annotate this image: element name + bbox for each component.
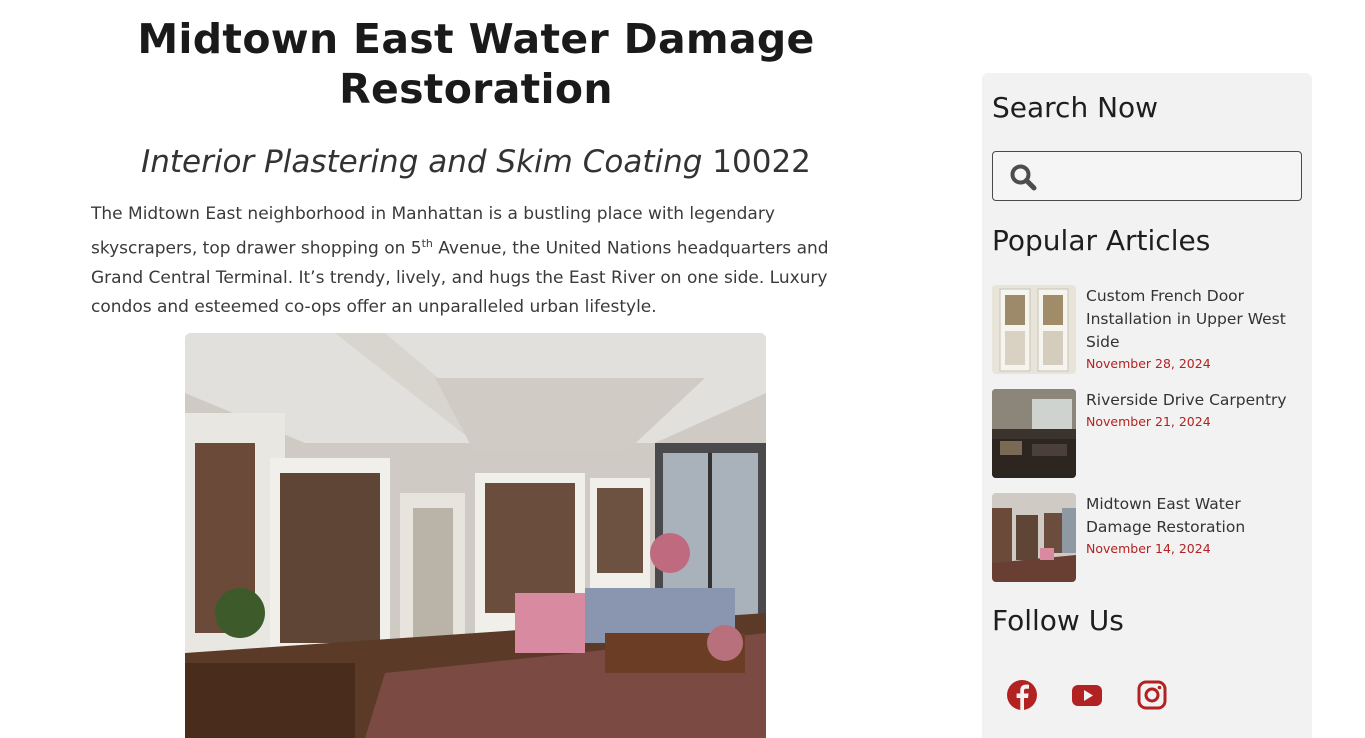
article-thumbnail[interactable] [992,389,1076,478]
sidebar: Search Now Popular Articles Custom Frenc… [982,73,1312,738]
youtube-icon[interactable] [1070,678,1104,712]
follow-us-heading: Follow Us [992,604,1124,637]
article-title[interactable]: Custom French Door Installation in Upper… [1086,285,1298,354]
article-thumbnail[interactable] [992,285,1076,374]
living-room-photo [185,333,766,738]
article-title[interactable]: Midtown East Water Damage Restoration [1086,493,1298,539]
search-heading: Search Now [992,91,1159,124]
page-subtitle: Interior Plastering and Skim Coating 100… [91,142,861,182]
article-date: November 21, 2024 [1086,414,1211,429]
article-date: November 28, 2024 [1086,356,1211,371]
instagram-icon[interactable] [1135,678,1169,712]
article-date: November 14, 2024 [1086,541,1211,556]
subtitle-zip: 10022 [712,144,811,180]
search-box[interactable] [992,151,1302,201]
intro-superscript: th [421,237,433,250]
facebook-icon[interactable] [1005,678,1039,712]
page-title: Midtown East Water Damage Restoration [137,15,815,113]
intro-paragraph: The Midtown East neighborhood in Manhatt… [91,200,851,322]
article-title[interactable]: Riverside Drive Carpentry [1086,389,1298,412]
article-thumbnail[interactable] [992,493,1076,582]
search-icon[interactable] [1009,163,1037,191]
search-input[interactable] [1049,160,1293,192]
subtitle-service: Interior Plastering and Skim Coating [141,144,703,180]
popular-articles-heading: Popular Articles [992,224,1211,257]
main-content: Midtown East Water Damage Restoration In… [91,14,861,322]
